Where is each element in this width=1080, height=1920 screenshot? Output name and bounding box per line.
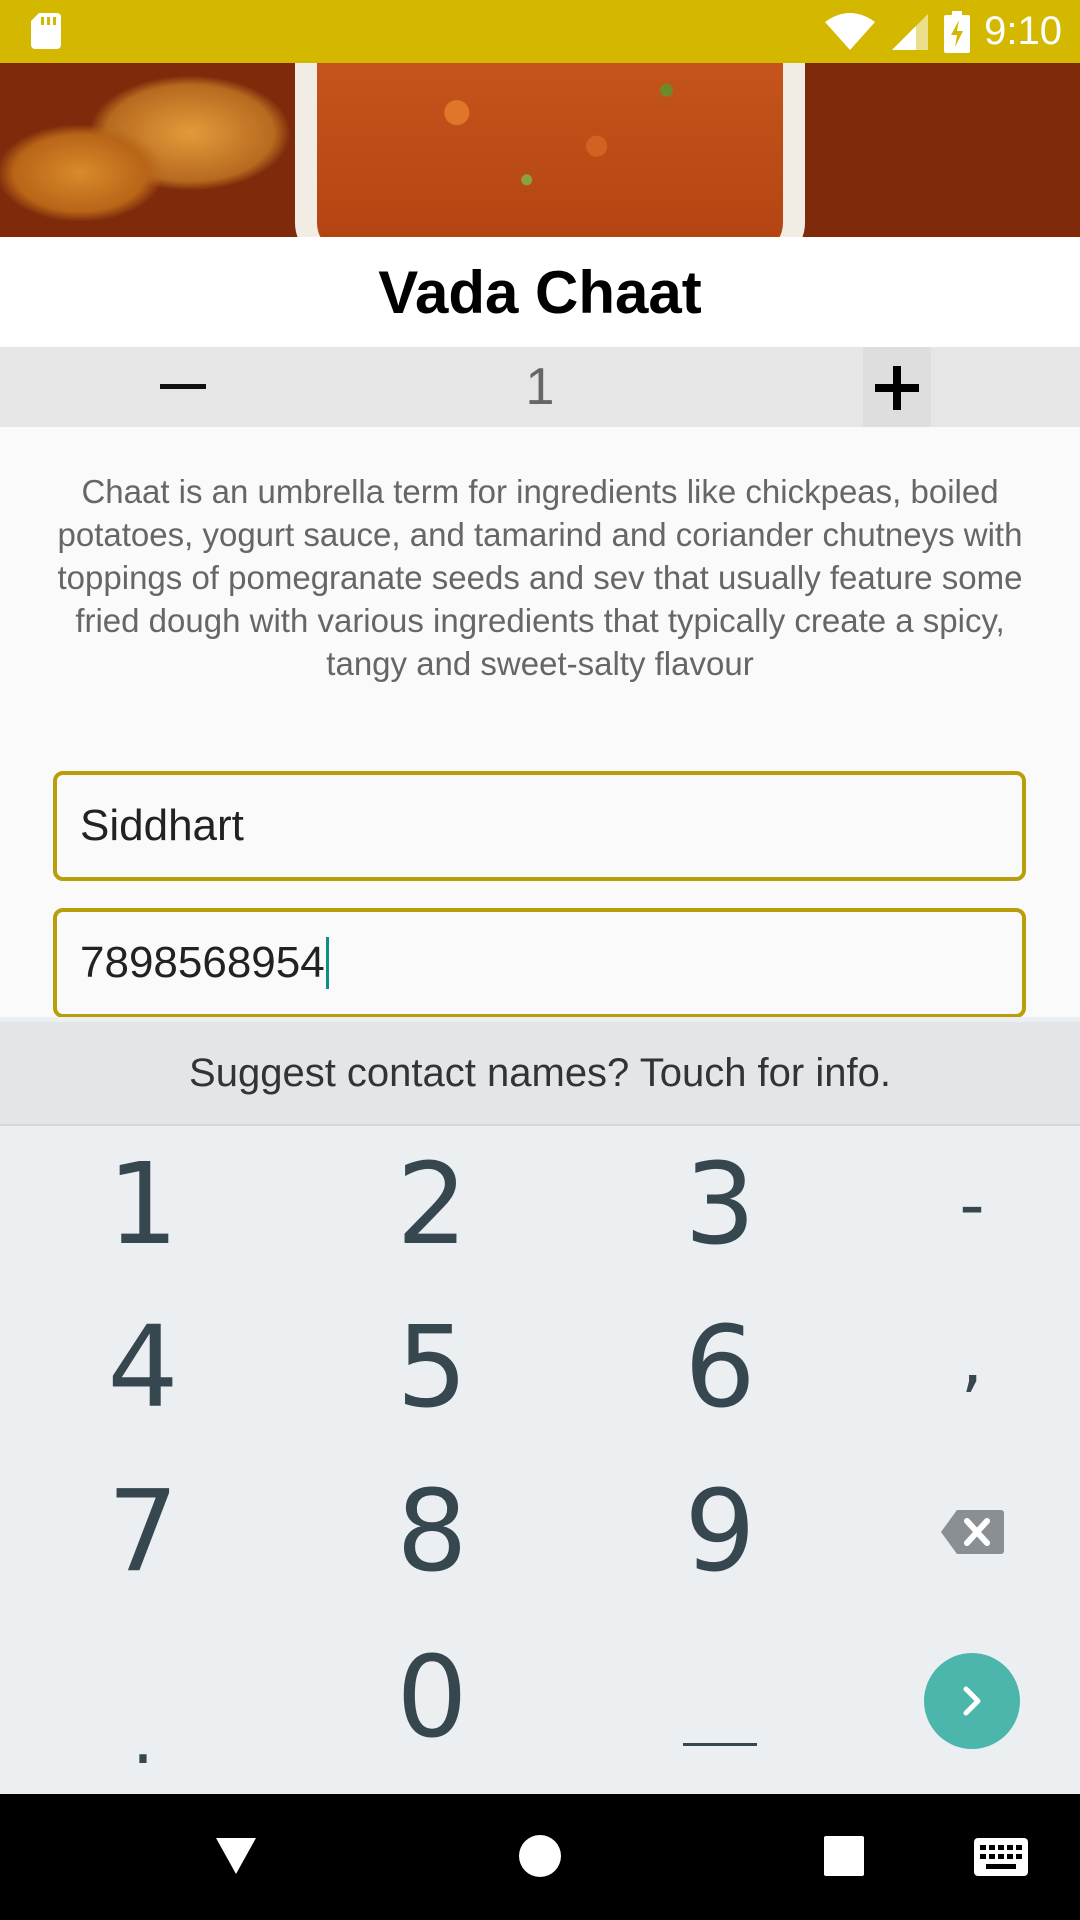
key-8[interactable]: 8 <box>307 1452 557 1612</box>
phone-field[interactable]: 7898568954 <box>53 908 1026 1018</box>
quantity-value: 1 <box>525 358 555 416</box>
key-3[interactable]: 3 <box>595 1125 845 1285</box>
navigation-bar <box>0 1794 1080 1920</box>
key-5[interactable]: 5 <box>307 1288 557 1448</box>
key-1[interactable]: 1 <box>18 1125 268 1285</box>
increment-button[interactable] <box>863 347 931 427</box>
plus-icon-vertical <box>893 366 901 410</box>
backspace-key[interactable] <box>847 1452 1080 1612</box>
product-description: Chaat is an umbrella term for ingredient… <box>57 473 1023 682</box>
product-title: Vada Chaat <box>0 237 1080 347</box>
back-icon[interactable] <box>214 1834 258 1878</box>
clock: 9:10 <box>984 9 1062 53</box>
key-6[interactable]: 6 <box>595 1288 845 1448</box>
chutney-bowl-image <box>295 63 805 237</box>
key-comma[interactable]: , <box>847 1280 1080 1440</box>
wifi-icon <box>825 12 876 50</box>
quantity-stepper: 1 <box>0 347 1080 427</box>
key-space[interactable] <box>595 1618 845 1778</box>
space-bar-line <box>683 1742 757 1746</box>
home-icon[interactable] <box>518 1834 562 1878</box>
decrement-button[interactable] <box>160 384 206 389</box>
battery-charging-icon <box>944 10 971 53</box>
contact-suggestion-strip[interactable]: Suggest contact names? Touch for info. <box>0 1022 1080 1126</box>
sd-card-icon <box>31 13 61 49</box>
phone-field-value: 7898568954 <box>80 938 325 987</box>
key-2[interactable]: 2 <box>307 1125 557 1285</box>
chevron-right-icon <box>963 1686 981 1716</box>
recents-icon[interactable] <box>824 1836 864 1876</box>
backspace-icon <box>941 1510 1004 1554</box>
keyboard-switch-icon[interactable] <box>974 1838 1028 1876</box>
cell-signal-icon <box>892 13 929 50</box>
key-dash[interactable]: - <box>847 1125 1080 1285</box>
product-image <box>0 63 1080 237</box>
key-dot[interactable]: . <box>18 1620 268 1780</box>
status-bar: 9:10 <box>0 0 1080 63</box>
key-4[interactable]: 4 <box>18 1288 268 1448</box>
text-cursor <box>325 937 329 989</box>
key-9[interactable]: 9 <box>595 1452 845 1612</box>
next-button[interactable] <box>924 1653 1020 1749</box>
key-0[interactable]: 0 <box>307 1618 557 1778</box>
name-field[interactable]: Siddhart <box>53 771 1026 881</box>
name-field-value: Siddhart <box>80 801 244 850</box>
key-7[interactable]: 7 <box>18 1452 268 1612</box>
